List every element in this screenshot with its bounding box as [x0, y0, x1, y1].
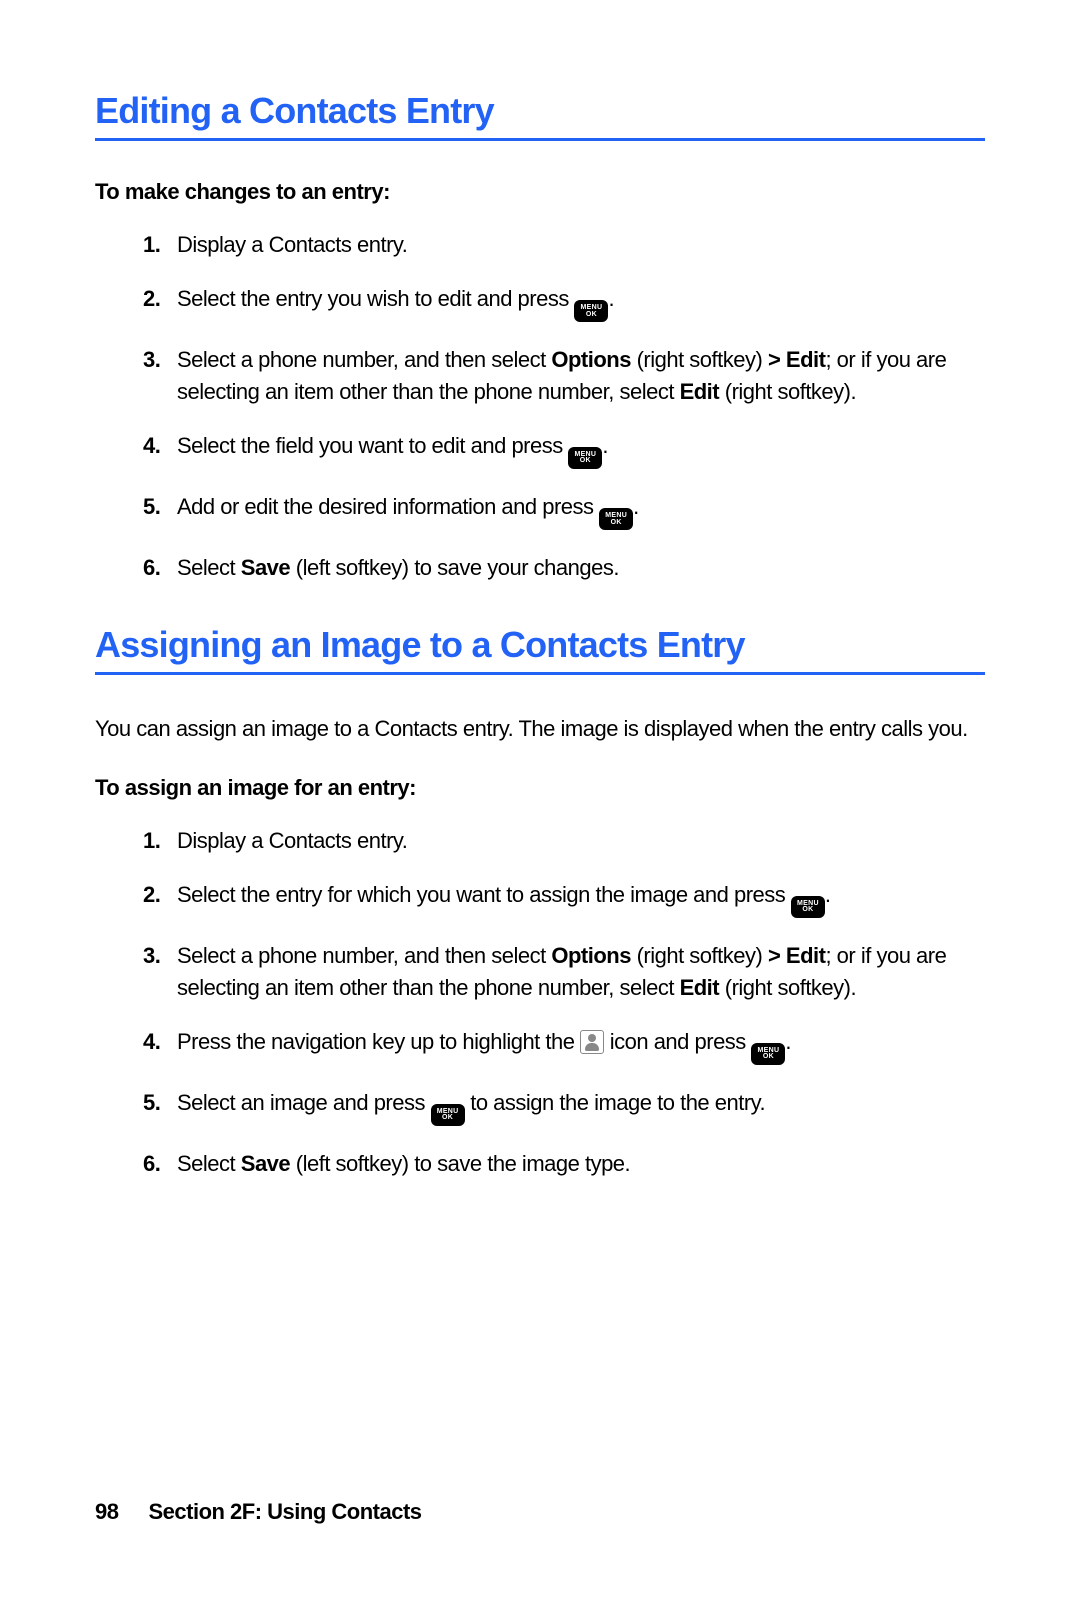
list-item: Add or edit the desired information and …	[95, 491, 985, 530]
intro-paragraph: You can assign an image to a Contacts en…	[95, 713, 985, 745]
list-item: Display a Contacts entry.	[95, 825, 985, 857]
bold-text: > Edit	[768, 943, 826, 968]
list-item: Select the entry you wish to edit and pr…	[95, 283, 985, 322]
step-text: Select	[177, 555, 241, 580]
step-text: Select a phone number, and then select	[177, 347, 551, 372]
step-text: .	[602, 433, 608, 458]
subhead-make-changes: To make changes to an entry:	[95, 179, 985, 205]
step-text: .	[608, 286, 614, 311]
menu-ok-icon: MENUOK	[568, 447, 602, 469]
list-item: Select Save (left softkey) to save the i…	[95, 1148, 985, 1180]
list-item: Select the entry for which you want to a…	[95, 879, 985, 918]
list-item: Select a phone number, and then select O…	[95, 940, 985, 1004]
list-item: Select Save (left softkey) to save your …	[95, 552, 985, 584]
page-footer: 98 Section 2F: Using Contacts	[95, 1499, 422, 1525]
step-text: Select the entry you wish to edit and pr…	[177, 286, 574, 311]
bold-text: Options	[551, 943, 631, 968]
bold-text: Options	[551, 347, 631, 372]
step-text: (right softkey)	[631, 943, 768, 968]
step-text: (left softkey) to save the image type.	[290, 1151, 630, 1176]
person-icon	[580, 1030, 604, 1054]
step-text: (right softkey)	[631, 347, 768, 372]
step-text: .	[633, 494, 639, 519]
menu-ok-icon: MENUOK	[431, 1104, 465, 1126]
list-item: Press the navigation key up to highlight…	[95, 1026, 985, 1065]
step-text: Select an image and press	[177, 1090, 431, 1115]
step-text: Select the field you want to edit and pr…	[177, 433, 568, 458]
heading-editing: Editing a Contacts Entry	[95, 90, 985, 141]
bold-text: Edit	[680, 975, 720, 1000]
page-number: 98	[95, 1499, 118, 1524]
step-text: (left softkey) to save your changes.	[290, 555, 619, 580]
step-text: Select	[177, 1151, 241, 1176]
step-text: Add or edit the desired information and …	[177, 494, 599, 519]
step-text: .	[825, 882, 831, 907]
bold-text: Save	[241, 1151, 290, 1176]
subhead-assign-image: To assign an image for an entry:	[95, 775, 985, 801]
step-text: (right softkey).	[719, 379, 856, 404]
editing-steps: Display a Contacts entry. Select the ent…	[95, 229, 985, 584]
list-item: Select an image and press MENUOK to assi…	[95, 1087, 985, 1126]
step-text: Select the entry for which you want to a…	[177, 882, 791, 907]
list-item: Select the field you want to edit and pr…	[95, 430, 985, 469]
step-text: Select a phone number, and then select	[177, 943, 551, 968]
list-item: Display a Contacts entry.	[95, 229, 985, 261]
heading-assigning: Assigning an Image to a Contacts Entry	[95, 624, 985, 675]
step-text: .	[785, 1029, 791, 1054]
bold-text: Edit	[680, 379, 720, 404]
menu-ok-icon: MENUOK	[751, 1043, 785, 1065]
section-label: Section 2F: Using Contacts	[148, 1499, 421, 1524]
menu-ok-icon: MENUOK	[599, 508, 633, 530]
list-item: Select a phone number, and then select O…	[95, 344, 985, 408]
step-text: to assign the image to the entry.	[465, 1090, 766, 1115]
step-text: icon and press	[604, 1029, 751, 1054]
step-text: Press the navigation key up to highlight…	[177, 1029, 580, 1054]
menu-ok-icon: MENUOK	[791, 896, 825, 918]
assigning-steps: Display a Contacts entry. Select the ent…	[95, 825, 985, 1180]
menu-ok-icon: MENUOK	[574, 300, 608, 322]
step-text: (right softkey).	[719, 975, 856, 1000]
bold-text: > Edit	[768, 347, 826, 372]
bold-text: Save	[241, 555, 290, 580]
